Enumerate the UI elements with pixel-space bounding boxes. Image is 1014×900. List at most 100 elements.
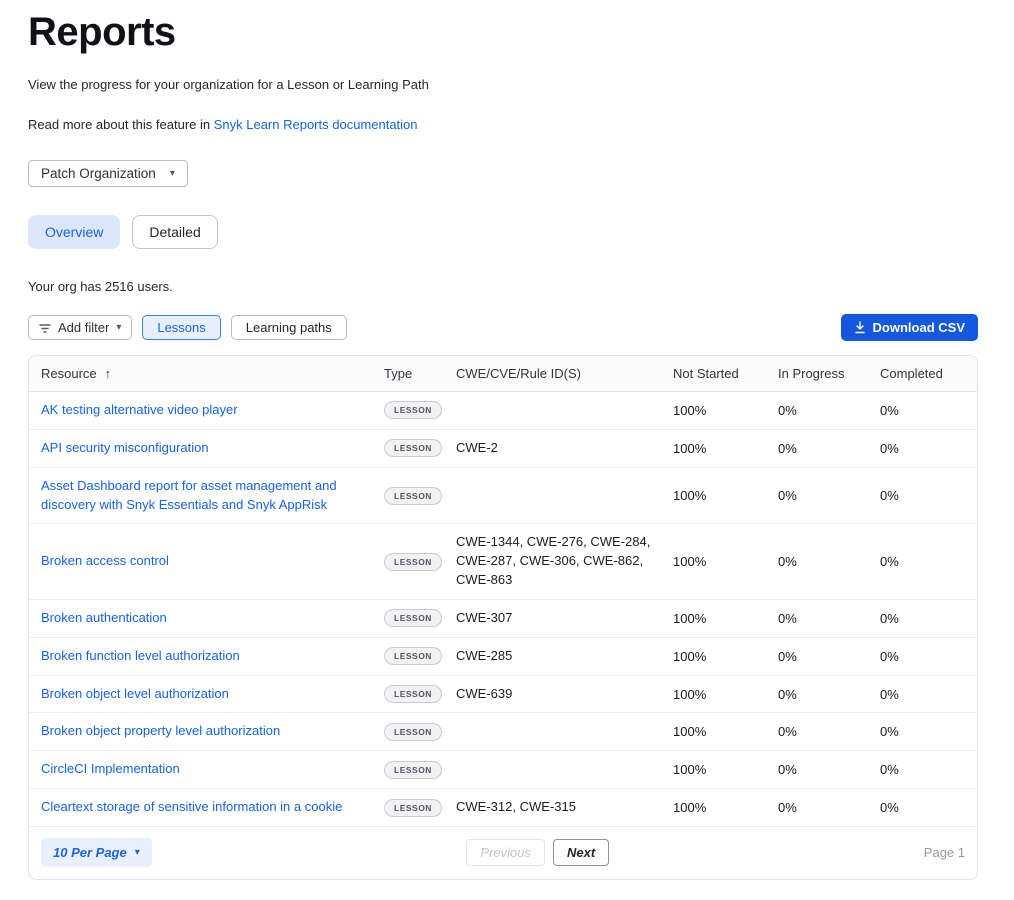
cwe-cell: CWE-285 xyxy=(456,647,673,666)
in-progress-cell: 0% xyxy=(778,554,880,569)
type-cell: LESSON xyxy=(384,487,456,505)
not-started-cell: 100% xyxy=(673,403,778,418)
type-cell: LESSON xyxy=(384,439,456,457)
resource-cell: API security misconfiguration xyxy=(41,439,384,458)
tab-overview[interactable]: Overview xyxy=(28,215,120,249)
lessons-toggle[interactable]: Lessons xyxy=(142,315,220,340)
table-row: CircleCI Implementation LESSON 100% 0% 0… xyxy=(29,751,977,789)
resource-cell: Asset Dashboard report for asset managem… xyxy=(41,477,384,515)
lesson-badge: LESSON xyxy=(384,685,442,703)
lesson-badge: LESSON xyxy=(384,647,442,665)
not-started-cell: 100% xyxy=(673,554,778,569)
pagination: Previous Next xyxy=(152,839,924,866)
resource-cell: Broken object property level authorizati… xyxy=(41,722,384,741)
organization-select[interactable]: Patch Organization ▾ xyxy=(28,160,188,187)
cwe-cell: CWE-2 xyxy=(456,439,673,458)
resource-link[interactable]: CircleCI Implementation xyxy=(41,761,180,776)
resource-link[interactable]: Broken object property level authorizati… xyxy=(41,723,280,738)
resource-link[interactable]: API security misconfiguration xyxy=(41,440,209,455)
tab-detailed[interactable]: Detailed xyxy=(132,215,217,249)
download-csv-label: Download CSV xyxy=(873,320,965,335)
not-started-cell: 100% xyxy=(673,800,778,815)
lesson-badge: LESSON xyxy=(384,761,442,779)
resource-link[interactable]: AK testing alternative video player xyxy=(41,402,238,417)
add-filter-button[interactable]: Add filter ▾ xyxy=(28,315,132,340)
table-row: Broken access control LESSON CWE-1344, C… xyxy=(29,524,977,600)
table-row: API security misconfiguration LESSON CWE… xyxy=(29,430,977,468)
resource-cell: Broken object level authorization xyxy=(41,685,384,704)
page-indicator: Page 1 xyxy=(924,845,965,860)
lesson-badge: LESSON xyxy=(384,799,442,817)
docs-link[interactable]: Snyk Learn Reports documentation xyxy=(214,117,418,132)
not-started-cell: 100% xyxy=(673,441,778,456)
table-row: Broken authentication LESSON CWE-307 100… xyxy=(29,600,977,638)
not-started-cell: 100% xyxy=(673,687,778,702)
in-progress-cell: 0% xyxy=(778,687,880,702)
not-started-cell: 100% xyxy=(673,724,778,739)
in-progress-cell: 0% xyxy=(778,800,880,815)
type-cell: LESSON xyxy=(384,723,456,741)
resource-link[interactable]: Broken access control xyxy=(41,553,169,568)
resource-link[interactable]: Broken function level authorization xyxy=(41,648,240,663)
resource-link[interactable]: Broken authentication xyxy=(41,610,167,625)
per-page-select[interactable]: 10 Per Page ▾ xyxy=(41,838,152,867)
column-header-resource[interactable]: Resource ↑ xyxy=(41,366,384,381)
type-cell: LESSON xyxy=(384,761,456,779)
in-progress-cell: 0% xyxy=(778,611,880,626)
completed-cell: 0% xyxy=(880,611,965,626)
view-tabs: Overview Detailed xyxy=(28,215,978,249)
completed-cell: 0% xyxy=(880,800,965,815)
not-started-cell: 100% xyxy=(673,488,778,503)
readmore-prefix: Read more about this feature in xyxy=(28,117,214,132)
previous-page-button[interactable]: Previous xyxy=(466,839,545,866)
column-header-completed: Completed xyxy=(880,366,965,381)
chevron-down-icon: ▾ xyxy=(116,323,121,333)
resource-cell: CircleCI Implementation xyxy=(41,760,384,779)
resource-link[interactable]: Cleartext storage of sensitive informati… xyxy=(41,799,342,814)
download-csv-button[interactable]: Download CSV xyxy=(841,314,978,341)
column-header-in-progress: In Progress xyxy=(778,366,880,381)
table-footer: 10 Per Page ▾ Previous Next Page 1 xyxy=(29,827,977,879)
page-title: Reports xyxy=(28,10,978,55)
type-cell: LESSON xyxy=(384,685,456,703)
lesson-badge: LESSON xyxy=(384,401,442,419)
resource-link[interactable]: Asset Dashboard report for asset managem… xyxy=(41,478,337,512)
org-users-text: Your org has 2516 users. xyxy=(28,279,978,294)
per-page-value: 10 Per Page xyxy=(53,845,127,860)
completed-cell: 0% xyxy=(880,554,965,569)
type-cell: LESSON xyxy=(384,553,456,571)
table-toolbar: Add filter ▾ Lessons Learning paths Down… xyxy=(28,314,978,341)
resource-cell: Broken access control xyxy=(41,552,384,571)
resource-cell: Broken function level authorization xyxy=(41,647,384,666)
not-started-cell: 100% xyxy=(673,649,778,664)
cwe-cell: CWE-307 xyxy=(456,609,673,628)
add-filter-label: Add filter xyxy=(58,320,109,335)
in-progress-cell: 0% xyxy=(778,724,880,739)
cwe-cell: CWE-639 xyxy=(456,685,673,704)
completed-cell: 0% xyxy=(880,403,965,418)
readmore-text: Read more about this feature in Snyk Lea… xyxy=(28,117,978,132)
not-started-cell: 100% xyxy=(673,762,778,777)
column-header-type: Type xyxy=(384,366,456,381)
column-header-not-started: Not Started xyxy=(673,366,778,381)
completed-cell: 0% xyxy=(880,488,965,503)
column-header-resource-label: Resource xyxy=(41,366,97,381)
organization-select-value: Patch Organization xyxy=(41,166,156,181)
type-cell: LESSON xyxy=(384,401,456,419)
in-progress-cell: 0% xyxy=(778,762,880,777)
table-row: Asset Dashboard report for asset managem… xyxy=(29,468,977,525)
cwe-cell: CWE-1344, CWE-276, CWE-284, CWE-287, CWE… xyxy=(456,533,673,590)
learning-paths-toggle[interactable]: Learning paths xyxy=(231,315,347,340)
next-page-button[interactable]: Next xyxy=(553,839,609,866)
cwe-cell: CWE-312, CWE-315 xyxy=(456,798,673,817)
table-header-row: Resource ↑ Type CWE/CVE/Rule ID(S) Not S… xyxy=(29,356,977,392)
sort-ascending-icon[interactable]: ↑ xyxy=(105,366,112,381)
resource-cell: Broken authentication xyxy=(41,609,384,628)
lesson-badge: LESSON xyxy=(384,487,442,505)
resource-link[interactable]: Broken object level authorization xyxy=(41,686,229,701)
type-cell: LESSON xyxy=(384,609,456,627)
download-icon xyxy=(854,321,866,334)
type-cell: LESSON xyxy=(384,647,456,665)
chevron-down-icon: ▾ xyxy=(170,169,175,179)
table-row: Broken object property level authorizati… xyxy=(29,713,977,751)
